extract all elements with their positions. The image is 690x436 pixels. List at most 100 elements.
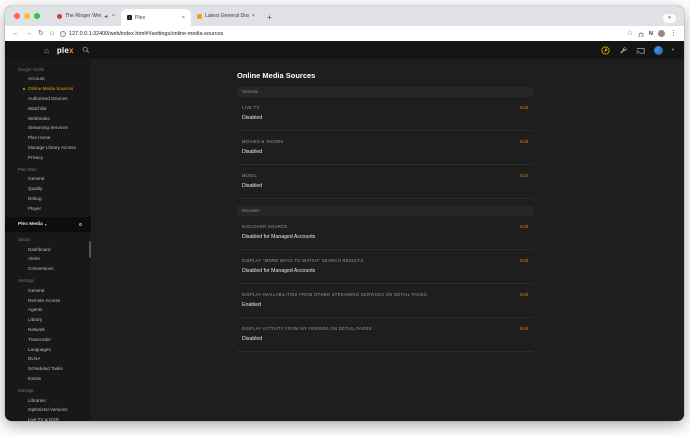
toolbar-actions: ☆ N ⋮ [627,30,677,38]
extensions-icon[interactable] [638,31,644,37]
edit-button[interactable]: Edit [520,139,528,144]
setting-row-movies-shows: MOVIES & SHOWS Edit Disabled [237,131,533,165]
wrench-settings-icon[interactable] [619,46,627,54]
setting-label: MOVIES & SHOWS [242,139,284,144]
tab-title: Plex [135,14,146,21]
menu-icon[interactable]: ⋮ [670,30,677,38]
edit-button[interactable]: Edit [520,105,528,110]
server-name: Plex Media [18,222,43,228]
setting-label: DISCOVER SOURCE [242,224,288,229]
sidebar-item-scheduled-tasks[interactable]: Scheduled Tasks [5,364,91,374]
sidebar-item-manage-library-access[interactable]: Manage Library Access [5,142,91,152]
sidebar-item-privacy[interactable]: Privacy [5,152,91,162]
edit-button[interactable]: Edit [520,258,528,263]
sidebar-item-webhooks[interactable]: Webhooks [5,113,91,123]
sidebar-item-transcoder[interactable]: Transcoder [5,334,91,344]
sidebar-item-remote-access[interactable]: Remote Access [5,295,91,305]
address-bar[interactable]: i 127.0.0.1:32400/web/index.html#!/setti… [60,30,621,37]
profile-chevron-icon[interactable]: ▾ [672,47,674,53]
sidebar-scrollbar[interactable] [89,241,91,258]
server-online-status-dot [79,223,82,227]
zoom-window-button[interactable] [34,13,40,19]
bookmark-star-icon[interactable]: ☆ [627,30,633,38]
sidebar-item-libraries[interactable]: Libraries [5,395,91,405]
tab-title: Latest General Discussions t… [205,13,249,19]
sidebar-item-online-media-sources[interactable]: Online Media Sources [5,84,91,94]
sidebar-item-optimized-versions[interactable]: Optimized Versions [5,405,91,415]
setting-value: Disabled [242,183,263,189]
plex-home-icon[interactable]: ⌂ [44,46,49,55]
setting-label: LIVE TV [242,105,260,110]
setting-row-live-tv: LIVE TV Edit Disabled [237,97,533,131]
sidebar-item-debug[interactable]: Debug [5,194,91,204]
sidebar-item-agents[interactable]: Agents [5,305,91,315]
setting-label: DISPLAY AVAILABILITIES FROM OTHER STREAM… [242,292,428,297]
page-title: Online Media Sources [237,71,316,80]
search-icon[interactable] [82,46,90,54]
settings-content: Online Media Sources General LIVE TV Edi… [91,59,684,421]
update-available-icon[interactable] [601,45,610,55]
sidebar-item-dlna[interactable]: DLNA [5,354,91,364]
reload-icon[interactable]: ↻ [38,30,44,38]
sidebar-item-authorized-devices[interactable]: Authorized Devices [5,94,91,104]
tab-title: The Ringer Wrestling Sh… [65,13,101,19]
forward-icon[interactable]: → [25,30,32,38]
setting-value: Disabled for Managed Accounts [242,234,316,240]
sidebar-item-extras[interactable]: Extras [5,374,91,384]
edit-button[interactable]: Edit [520,224,528,229]
new-tab-button[interactable]: + [267,13,272,23]
close-window-button[interactable] [14,13,20,19]
tab-ringer[interactable]: The Ringer Wrestling Sh… × [51,6,121,26]
plex-user-avatar[interactable] [653,45,663,55]
plex-logo: plex [56,45,74,55]
sidebar-item-general-web[interactable]: General [5,174,91,184]
setting-row-more-ways-to-watch: DISPLAY "MORE WAYS TO WATCH" SEARCH RESU… [237,250,533,284]
server-selector[interactable]: Plex Media ▾ [5,217,91,233]
setting-label: MUSIC [242,173,257,178]
sidebar-section-status: Status [18,236,31,242]
home-icon[interactable]: ⌂ [50,30,54,38]
sidebar-item-library[interactable]: Library [5,315,91,325]
tab-close-icon[interactable]: × [182,15,185,21]
sidebar-item-player[interactable]: Player [5,203,91,213]
sidebar-item-account[interactable]: Account [5,74,91,84]
setting-row-music: MUSIC Edit Disabled [237,165,533,199]
tab-close-icon[interactable]: × [252,13,255,19]
setting-value: Disabled [242,115,263,121]
tab-close-icon[interactable]: × [112,13,115,19]
sidebar-item-dashboard[interactable]: Dashboard [5,244,91,254]
plex-favicon: › [127,15,132,20]
tab-strip: The Ringer Wrestling Sh… × › Plex × Late… [5,6,684,26]
minimize-window-button[interactable] [24,13,30,19]
section-header-discover: Discover [237,206,533,216]
browser-profile-avatar[interactable] [658,30,665,37]
sidebar-item-conversions[interactable]: Conversions [5,264,91,274]
tab-audio-icon[interactable] [104,14,109,19]
tab-plex[interactable]: › Plex × [121,9,191,26]
edit-button[interactable]: Edit [520,292,528,297]
edit-button[interactable]: Edit [520,326,528,331]
tab-search-button[interactable]: ▾ [663,14,676,23]
site-info-icon[interactable]: i [60,30,67,37]
server-chevron-icon: ▾ [44,222,47,228]
url-text[interactable]: 127.0.0.1:32400/web/index.html#!/setting… [69,31,223,37]
sidebar-item-plex-home[interactable]: Plex Home [5,133,91,143]
tab-forum[interactable]: Latest General Discussions t… × [191,6,261,26]
setting-row-friends-activity: DISPLAY ACTIVITY FROM MY FRIENDS ON DETA… [237,318,533,352]
sidebar-item-languages[interactable]: Languages [5,344,91,354]
sidebar-item-live-tv-dvr[interactable]: Live TV & DVR [5,415,91,421]
cast-icon[interactable] [636,46,645,54]
section-header-general: General [237,87,533,97]
browser-toolbar: ← → ↻ ⌂ i 127.0.0.1:32400/web/index.html… [5,26,684,41]
setting-value: Disabled [242,336,263,342]
notion-extension-icon[interactable]: N [649,31,653,37]
sidebar-item-alerts[interactable]: Alerts [5,254,91,264]
settings-sidebar: Greger Smith Account Online Media Source… [5,59,91,421]
sidebar-item-streaming-services[interactable]: Streaming Services [5,123,91,133]
sidebar-item-general-settings[interactable]: General [5,286,91,296]
back-icon[interactable]: ← [12,30,19,38]
sidebar-item-quality[interactable]: Quality [5,184,91,194]
sidebar-item-network[interactable]: Network [5,325,91,335]
sidebar-item-watchlist[interactable]: Watchlist [5,103,91,113]
edit-button[interactable]: Edit [520,173,528,178]
